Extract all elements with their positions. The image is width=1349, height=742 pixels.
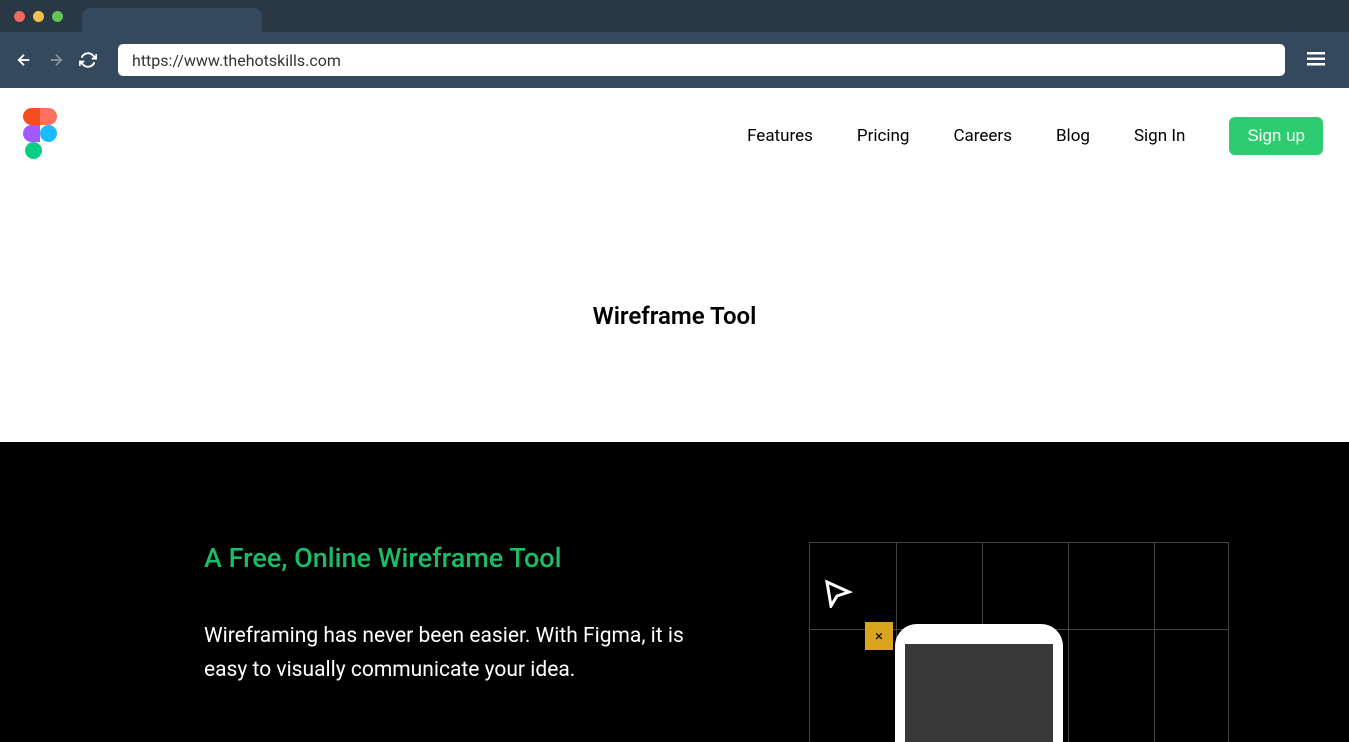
signup-button[interactable]: Sign up: [1229, 117, 1323, 155]
browser-nav-bar: https://www.thehotskills.com: [0, 32, 1349, 88]
browser-tab[interactable]: [82, 8, 262, 32]
cursor-icon: [823, 578, 853, 612]
grid-line-icon: [1068, 543, 1069, 742]
logo-shape-icon: [40, 125, 57, 142]
nav-link-signin[interactable]: Sign In: [1134, 126, 1185, 146]
logo-shape-icon: [40, 108, 57, 125]
hero-title: Wireframe Tool: [0, 302, 1349, 330]
traffic-lights: [14, 11, 63, 22]
reload-button[interactable]: [78, 50, 98, 70]
close-handle-icon: ×: [865, 622, 893, 650]
logo-shape-icon: [23, 108, 40, 125]
browser-chrome: https://www.thehotskills.com: [0, 0, 1349, 88]
section-paragraph: Wireframing has never been easier. With …: [204, 620, 684, 687]
hero-section: Wireframe Tool: [0, 184, 1349, 442]
forward-button[interactable]: [46, 50, 66, 70]
section-heading: A Free, Online Wireframe Tool: [204, 542, 684, 574]
grid-line-icon: [1154, 543, 1155, 742]
maximize-window-button[interactable]: [52, 11, 63, 22]
figma-logo[interactable]: [20, 108, 60, 164]
logo-shape-icon: [25, 142, 42, 159]
close-symbol: ×: [875, 627, 883, 645]
url-text: https://www.thehotskills.com: [132, 51, 341, 70]
dark-text-block: A Free, Online Wireframe Tool Wireframin…: [204, 542, 684, 742]
phone-screen: [905, 644, 1053, 742]
back-button[interactable]: [14, 50, 34, 70]
phone-mockup: [895, 624, 1063, 742]
site-header: Features Pricing Careers Blog Sign In Si…: [0, 88, 1349, 184]
close-window-button[interactable]: [14, 11, 25, 22]
browser-menu-button[interactable]: [1297, 51, 1335, 70]
page-content: Features Pricing Careers Blog Sign In Si…: [0, 88, 1349, 742]
nav-link-pricing[interactable]: Pricing: [857, 126, 910, 146]
nav-link-features[interactable]: Features: [747, 126, 813, 146]
site-nav: Features Pricing Careers Blog Sign In Si…: [747, 117, 1329, 155]
nav-link-careers[interactable]: Careers: [953, 126, 1011, 146]
minimize-window-button[interactable]: [33, 11, 44, 22]
dark-section: A Free, Online Wireframe Tool Wireframin…: [0, 442, 1349, 742]
url-bar[interactable]: https://www.thehotskills.com: [118, 44, 1285, 76]
window-title-bar: [0, 0, 1349, 32]
logo-shape-icon: [23, 125, 40, 142]
nav-link-blog[interactable]: Blog: [1056, 126, 1090, 146]
wireframe-graphic: ×: [809, 542, 1229, 742]
